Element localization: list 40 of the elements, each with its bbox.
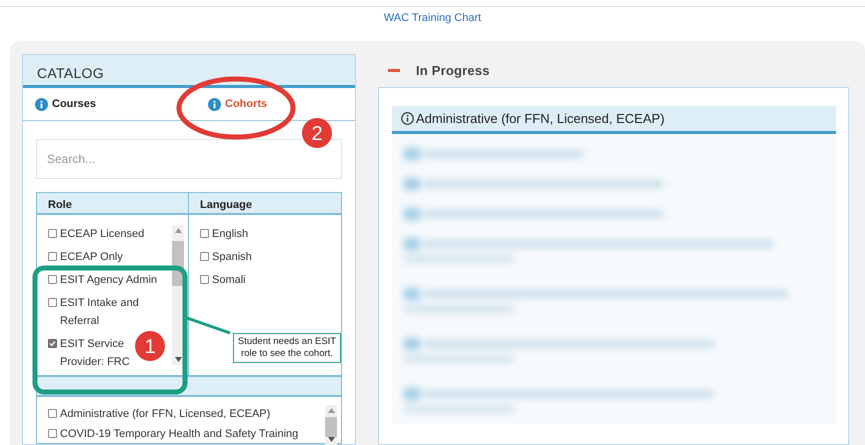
info-icon xyxy=(208,98,221,110)
scrollbar[interactable] xyxy=(325,405,337,445)
checkbox[interactable] xyxy=(48,252,57,261)
option-label: Somali xyxy=(212,274,246,286)
column-header: Language xyxy=(199,198,253,213)
option-label: ESIT Agency Admin xyxy=(60,274,158,286)
scroll-down-icon[interactable] xyxy=(174,357,182,362)
checkbox[interactable] xyxy=(200,252,209,261)
scroll-up-icon[interactable] xyxy=(174,228,182,233)
leader-line xyxy=(186,316,230,334)
column-header: Role xyxy=(37,193,189,213)
checkbox[interactable] xyxy=(48,275,57,284)
checkbox[interactable] xyxy=(200,275,209,284)
checkbox[interactable] xyxy=(48,229,57,238)
checkbox[interactable] xyxy=(48,339,57,348)
group-heading: Administrative (for FFN, Licensed, ECEAP) xyxy=(416,110,665,128)
option-label: ESIT Service Provider: FRC xyxy=(60,338,130,368)
option-label: Administrative (for FFN, Licensed, ECEAP) xyxy=(60,408,270,420)
page-title-link[interactable]: WAC Training Chart xyxy=(384,12,482,24)
option-label: ECEAP Licensed xyxy=(60,228,144,240)
section-heading: In Progress xyxy=(416,62,490,80)
option-label: Spanish xyxy=(212,251,252,263)
option-label: ECEAP Only xyxy=(60,251,123,263)
search-field[interactable]: Search... xyxy=(36,139,342,179)
number-badge: 2 xyxy=(302,118,332,148)
scrollbar-thumb[interactable] xyxy=(325,417,337,437)
scroll-up-icon[interactable] xyxy=(328,408,334,413)
checkbox[interactable] xyxy=(48,429,57,438)
checkbox[interactable] xyxy=(48,409,57,418)
number-badge: 1 xyxy=(135,331,165,361)
callout: Student needs an ESIT role to see the cohort. xyxy=(233,333,341,363)
checkbox[interactable] xyxy=(200,229,209,238)
checkbox[interactable] xyxy=(48,298,57,307)
info-icon xyxy=(401,112,414,125)
info-icon xyxy=(35,98,48,110)
option-label: COVID-19 Temporary Health and Safety Training xyxy=(60,428,298,440)
scrollbar[interactable] xyxy=(172,225,184,365)
panel-heading: CATALOG xyxy=(37,65,104,81)
option-label: ESIT Intake and Referral xyxy=(60,297,139,327)
option-label: English xyxy=(212,228,248,240)
